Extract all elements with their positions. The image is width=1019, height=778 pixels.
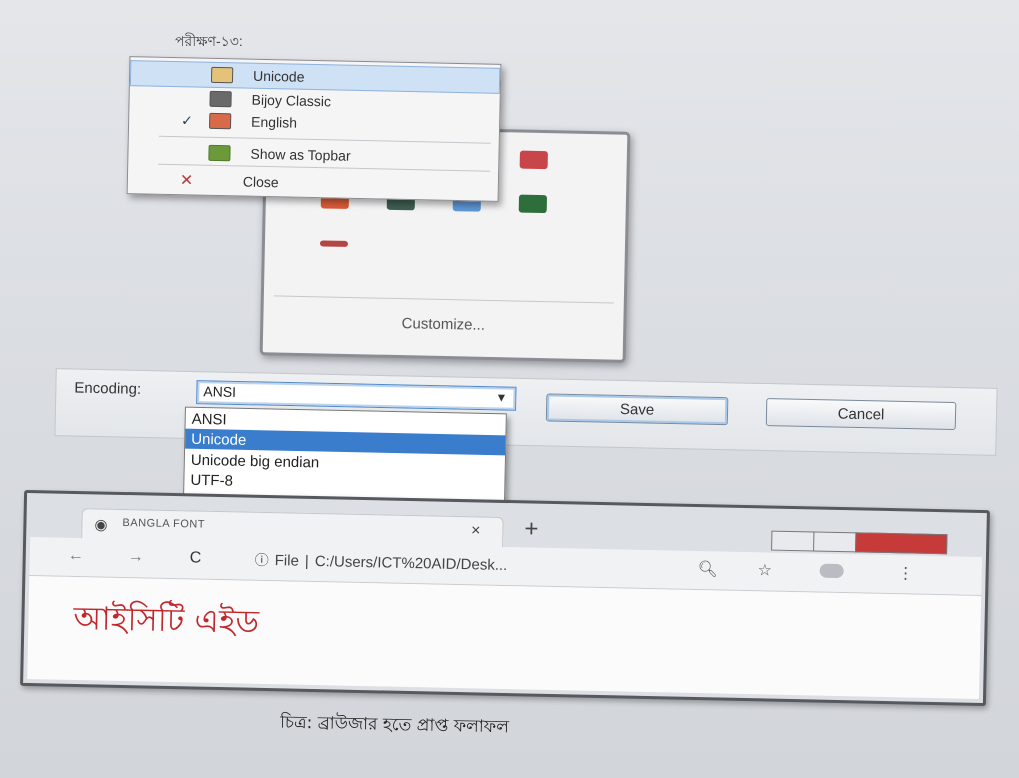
tray-divider [273, 295, 614, 304]
minimize-button[interactable] [771, 530, 816, 552]
reload-icon[interactable]: C [190, 549, 202, 567]
step-label: পরীক্ষণ-১৩: [175, 33, 243, 49]
forward-icon[interactable]: → [128, 548, 144, 566]
bijoy-keyboard-icon [209, 90, 232, 108]
globe-icon: ◉ [94, 516, 108, 534]
browser-window: ◉ BANGLA FONT × + ← → C ⓘ File | C:/User… [20, 489, 990, 707]
new-tab-button[interactable]: + [524, 515, 539, 543]
customize-link[interactable]: Customize... [263, 312, 623, 337]
app-icon-4[interactable] [519, 150, 548, 170]
encoding-label: Encoding: [74, 379, 142, 398]
back-icon[interactable]: ← [68, 547, 84, 565]
save-button[interactable]: Save [545, 393, 729, 426]
star-icon[interactable]: ☆ [757, 560, 772, 580]
app-icon-9[interactable] [319, 240, 349, 247]
menu-item-label: Close [242, 173, 279, 191]
browser-content: আইসিটি এইড [27, 576, 982, 699]
unicode-keyboard-icon [210, 66, 234, 84]
address-separator: | [304, 552, 309, 570]
encoding-select[interactable]: ANSI ▼ [196, 380, 517, 411]
cancel-button[interactable]: Cancel [765, 398, 957, 431]
address-bar[interactable]: ⓘ File | C:/Users/ICT%20AID/Desk... [254, 548, 684, 581]
menu-item-label: Unicode [252, 67, 305, 85]
encoding-selected-value: ANSI [203, 383, 237, 400]
encoding-dropdown-list: ANSI Unicode Unicode big endian UTF-8 [183, 406, 507, 502]
tab-close-icon[interactable]: × [471, 522, 481, 540]
maximize-button[interactable] [813, 531, 858, 553]
checkmark-icon: ✓ [180, 111, 194, 128]
keyboard-context-menu: Unicode Bijoy Classic ✓ English Show as … [126, 56, 502, 202]
menu-item-close[interactable]: ✕ Close [128, 167, 498, 199]
tab-title: BANGLA FONT [122, 516, 206, 531]
menu-item-label: Show as Topbar [250, 145, 351, 164]
english-keyboard-icon [208, 112, 232, 130]
menu-item-label: Bijoy Classic [251, 91, 332, 110]
avatar[interactable] [819, 563, 844, 579]
topbar-icon [208, 144, 231, 162]
info-icon[interactable]: ⓘ [255, 550, 269, 570]
address-prefix: File [274, 551, 300, 570]
close-icon: ✕ [179, 172, 194, 190]
menu-icon[interactable]: ⋮ [897, 563, 913, 583]
address-text: C:/Users/ICT%20AID/Desk... [314, 552, 508, 574]
app-icon-8[interactable] [518, 194, 548, 214]
page-heading: আইসিটি এইড [73, 598, 260, 641]
window-close-button[interactable] [855, 532, 948, 555]
chevron-down-icon[interactable]: ▼ [495, 390, 507, 404]
figure-caption: চিত্র: ব্রাউজার হতে প্রাপ্ত ফলাফল [279, 712, 510, 738]
menu-item-label: English [250, 113, 298, 131]
search-icon[interactable]: 🔍︎ [697, 559, 718, 579]
